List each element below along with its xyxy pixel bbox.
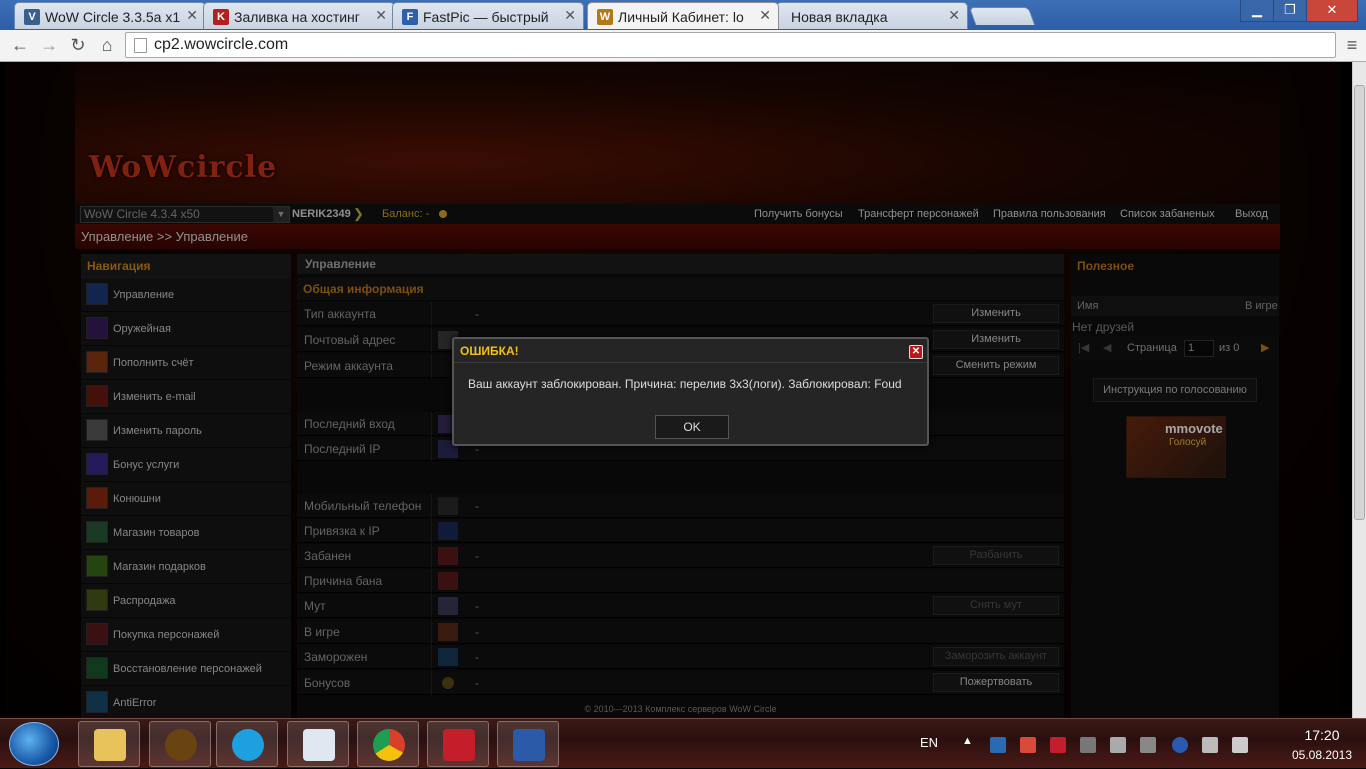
word-icon	[513, 729, 545, 761]
url-text: cp2.wowcircle.com	[154, 36, 289, 53]
tab-new-tab[interactable]: Новая вкладка ✕	[776, 2, 968, 29]
browser-window: V WoW Circle 3.3.5a x1 ✕ K Заливка на хости…	[0, 0, 1366, 62]
tab-favicon-icon: F	[402, 9, 418, 25]
taskbar-word[interactable]	[497, 721, 559, 767]
site-background: WoWcircle WoW Circle 4.3.4 x50 ▼ NERIK234…	[5, 62, 1341, 718]
tab-favicon-icon: K	[213, 9, 229, 25]
wow-icon	[165, 729, 197, 761]
taskbar: EN ▲ 17:20 05.08.2013	[0, 718, 1366, 768]
speaker-tray-icon[interactable]	[1110, 737, 1126, 753]
start-button[interactable]	[9, 722, 59, 766]
error-dialog: ОШИБКА! ✕ Ваш аккаунт заблокирован. Прич…	[452, 337, 929, 446]
tab-title: Заливка на хостинг	[234, 9, 360, 25]
kaspersky-icon	[443, 729, 475, 761]
back-icon[interactable]: ←	[8, 33, 32, 57]
ok-button[interactable]: OK	[655, 415, 729, 439]
error-message: Ваш аккаунт заблокирован. Причина: перел…	[468, 377, 902, 391]
tab-title: FastPic — быстрый	[423, 9, 549, 25]
home-icon[interactable]: ⌂	[95, 33, 119, 57]
menu-icon[interactable]: ≡	[1340, 33, 1364, 57]
forward-icon[interactable]: →	[37, 33, 61, 57]
system-tray: EN ▲ 17:20 05.08.2013	[910, 719, 1366, 769]
bluetooth-tray-icon[interactable]	[1172, 737, 1188, 753]
kaspersky-tray-icon[interactable]	[1050, 737, 1066, 753]
clock-time[interactable]: 17:20	[1277, 727, 1366, 743]
tab-close-icon[interactable]: ✕	[375, 7, 387, 24]
tab-title: Новая вкладка	[791, 9, 888, 25]
usb-tray-icon[interactable]	[1080, 737, 1096, 753]
taskbar-explorer[interactable]	[78, 721, 140, 767]
tab-close-icon[interactable]: ✕	[564, 7, 576, 24]
close-icon[interactable]: ✕	[909, 345, 923, 359]
tab-strip: V WoW Circle 3.3.5a x1 ✕ K Заливка на хости…	[0, 0, 1366, 30]
page-icon	[134, 38, 147, 53]
flag-tray-icon[interactable]	[1020, 737, 1036, 753]
tab-title: WoW Circle 3.3.5a x1	[45, 9, 181, 25]
skype-icon	[232, 729, 264, 761]
tab-wowcircle[interactable]: V WoW Circle 3.3.5a x1 ✕	[14, 2, 206, 29]
tab-favicon-icon: V	[24, 9, 40, 25]
tab-title: Личный Кабинет: lo	[618, 9, 744, 25]
monitor-tray-icon[interactable]	[1140, 737, 1156, 753]
tab-hosting[interactable]: K Заливка на хостинг ✕	[203, 2, 395, 29]
tab-personal-cabinet[interactable]: W Личный Кабинет: lo ✕	[587, 2, 779, 29]
tab-close-icon[interactable]: ✕	[186, 7, 198, 24]
language-indicator[interactable]: EN	[920, 735, 938, 750]
close-window-button[interactable]: ✕	[1306, 0, 1358, 22]
tab-close-icon[interactable]: ✕	[759, 7, 771, 24]
web-page: WoWcircle WoW Circle 4.3.4 x50 ▼ NERIK234…	[0, 62, 1352, 718]
taskbar-kaspersky[interactable]	[427, 721, 489, 767]
reload-icon[interactable]: ↻	[66, 33, 90, 57]
folder-icon	[94, 729, 126, 761]
tray-expand-icon[interactable]: ▲	[962, 735, 973, 747]
tab-close-icon[interactable]: ✕	[948, 7, 960, 24]
taskbar-wow[interactable]	[149, 721, 211, 767]
volume-tray-icon[interactable]	[1232, 737, 1248, 753]
taskbar-notepad[interactable]	[287, 721, 349, 767]
taskbar-skype[interactable]	[216, 721, 278, 767]
network-tray-icon[interactable]	[990, 737, 1006, 753]
error-dialog-title: ОШИБКА!	[454, 339, 927, 363]
address-bar[interactable]: cp2.wowcircle.com	[125, 32, 1336, 58]
notepad-icon	[303, 729, 335, 761]
taskbar-chrome[interactable]	[357, 721, 419, 767]
scrollbar-thumb[interactable]	[1354, 85, 1365, 520]
new-tab-button[interactable]	[968, 7, 1036, 25]
battery-tray-icon[interactable]	[1202, 737, 1218, 753]
chrome-icon	[373, 729, 405, 761]
tab-fastpic[interactable]: F FastPic — быстрый ✕	[392, 2, 584, 29]
maximize-button[interactable]: ❐	[1273, 0, 1307, 22]
clock-date[interactable]: 05.08.2013	[1277, 748, 1366, 762]
tab-favicon-icon: W	[597, 9, 613, 25]
minimize-button[interactable]: ▁	[1240, 0, 1274, 22]
